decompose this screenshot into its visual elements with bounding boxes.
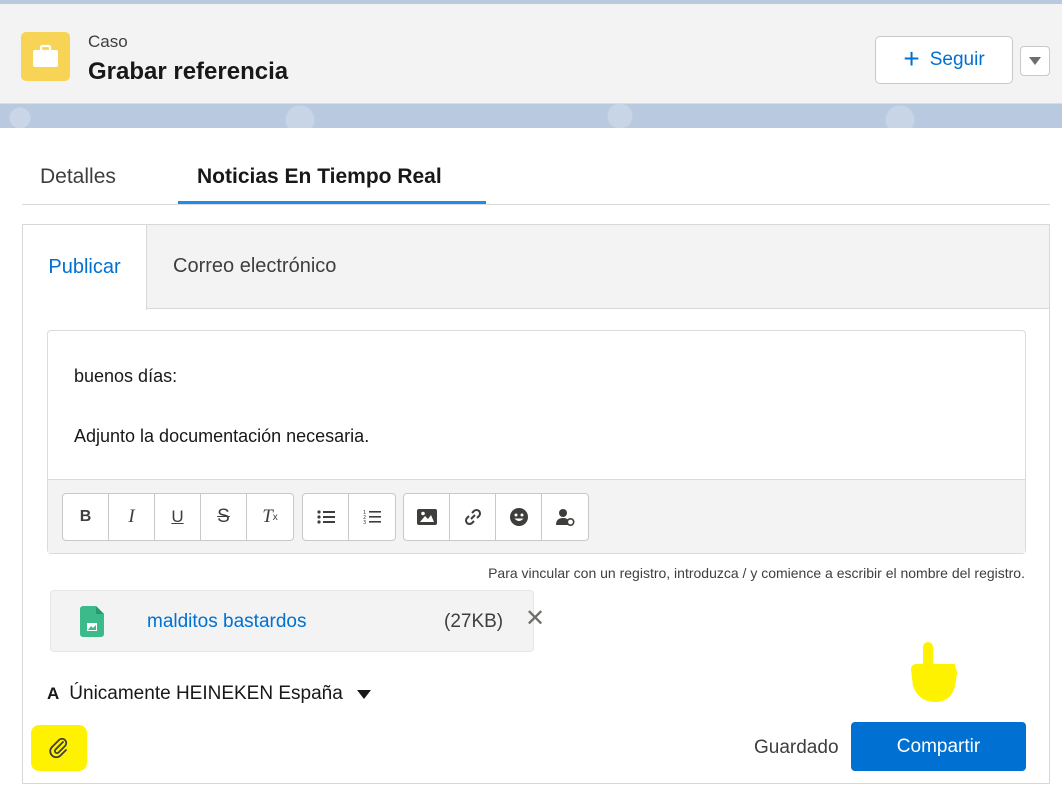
insert-group — [403, 493, 589, 541]
editor-line: buenos días: — [74, 366, 178, 386]
tab-post[interactable]: Publicar — [23, 225, 147, 310]
attachment-size: (27KB) — [444, 611, 504, 632]
attachment-name[interactable]: malditos bastardos — [147, 611, 306, 633]
bulleted-list-icon[interactable] — [303, 494, 349, 540]
visibility-selector[interactable]: A Únicamente HEINEKEN España — [47, 683, 371, 705]
underline-icon[interactable]: U — [155, 494, 201, 540]
formatting-toolbar: B I U S Tx 123 — [48, 479, 1025, 553]
link-icon[interactable] — [450, 494, 496, 540]
strikethrough-icon[interactable]: S — [201, 494, 247, 540]
publisher-tabs: Publicar Correo electrónico — [23, 225, 1049, 310]
tab-details[interactable]: Detalles — [40, 165, 116, 189]
numbered-list-icon[interactable]: 123 — [349, 494, 395, 540]
editor-line — [74, 391, 369, 421]
editor-line: Adjunto la documentación necesaria. — [74, 426, 370, 446]
emoji-icon[interactable] — [496, 494, 542, 540]
active-tab-indicator — [178, 201, 486, 204]
saved-status: Guardado — [754, 737, 839, 758]
briefcase-icon — [21, 32, 70, 81]
svg-text:3: 3 — [363, 520, 366, 525]
image-file-icon — [80, 606, 104, 642]
chevron-down-icon — [1029, 57, 1041, 65]
follow-button[interactable]: + Seguir — [875, 36, 1013, 84]
bold-icon[interactable]: B — [63, 494, 109, 540]
caret-down-icon — [356, 689, 371, 699]
object-label: Caso — [88, 32, 128, 51]
italic-icon[interactable]: I — [109, 494, 155, 540]
attach-file-button[interactable] — [31, 725, 87, 771]
close-icon[interactable]: ✕ — [525, 607, 545, 631]
post-editor[interactable]: buenos días: Adjunto la documentación ne… — [47, 330, 1026, 554]
mention-icon[interactable] — [542, 494, 588, 540]
tab-news-feed[interactable]: Noticias En Tiempo Real — [197, 165, 442, 189]
pointing-hand-icon — [905, 640, 963, 711]
tab-email[interactable]: Correo electrónico — [173, 255, 336, 278]
record-tabs: Detalles Noticias En Tiempo Real — [22, 150, 1050, 205]
record-link-hint: Para vincular con un registro, introduzc… — [488, 565, 1025, 581]
visibility-value: Únicamente HEINEKEN España — [69, 683, 343, 704]
more-actions-button[interactable] — [1020, 46, 1050, 76]
publisher-panel: Publicar Correo electrónico buenos días:… — [22, 224, 1050, 784]
record-header: Caso Grabar referencia + Seguir — [0, 4, 1062, 104]
share-button[interactable]: Compartir — [851, 722, 1026, 771]
page-title: Grabar referencia — [88, 58, 289, 85]
list-group: 123 — [302, 493, 396, 541]
text-format-group: B I U S Tx — [62, 493, 294, 541]
follow-button-label: Seguir — [929, 49, 985, 70]
editor-content[interactable]: buenos días: Adjunto la documentación ne… — [74, 361, 369, 451]
visibility-prefix: A — [47, 684, 60, 703]
image-icon[interactable] — [404, 494, 450, 540]
clear-format-icon[interactable]: Tx — [247, 494, 293, 540]
attachment-item: malditos bastardos (27KB) ✕ — [50, 590, 545, 652]
paperclip-icon — [49, 737, 68, 759]
plus-icon: + — [903, 42, 920, 74]
